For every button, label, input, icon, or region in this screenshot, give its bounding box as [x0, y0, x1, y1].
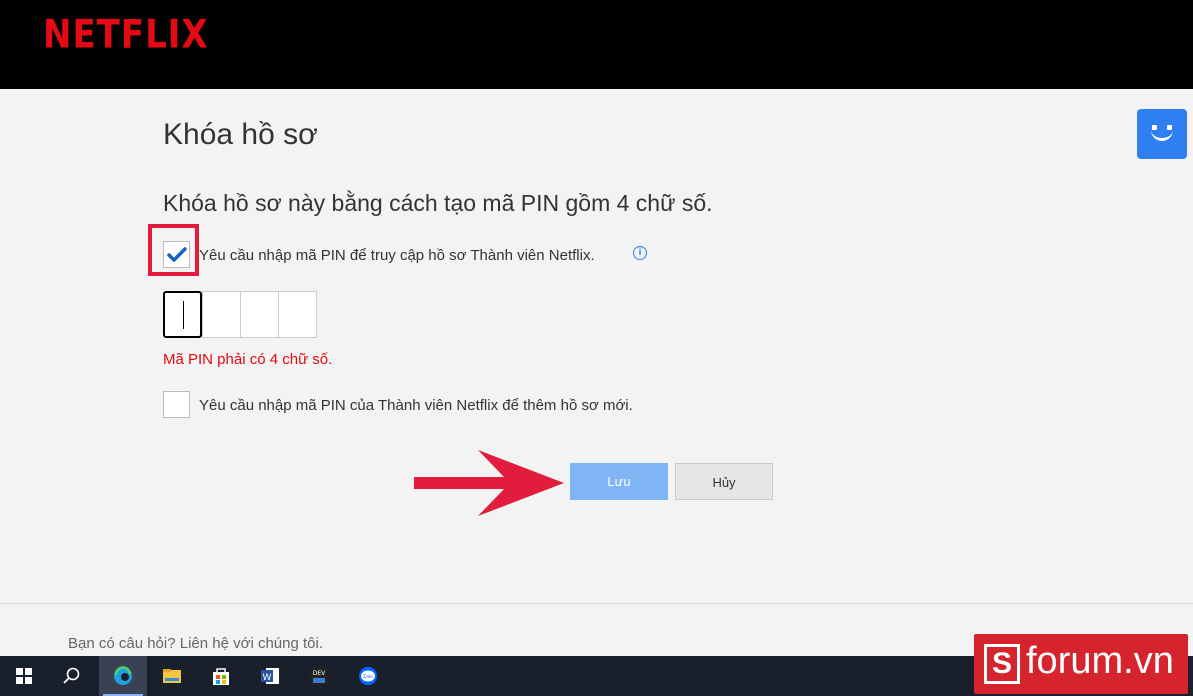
require-pin-new-profile-label[interactable]: Yêu cầu nhập mã PIN của Thành viên Netfl…: [199, 397, 633, 414]
footer-divider: [0, 603, 1193, 604]
pin-digit-2[interactable]: [202, 291, 241, 338]
dev-logo-icon: DEV: [310, 667, 328, 685]
zalo-label: Zalo: [363, 674, 373, 680]
contact-link[interactable]: Bạn có câu hỏi? Liên hệ với chúng tôi.: [68, 635, 323, 652]
devtools-icon[interactable]: DEV: [295, 656, 343, 696]
require-pin-label[interactable]: Yêu cầu nhập mã PIN để truy cập hồ sơ Th…: [199, 247, 595, 264]
search-icon[interactable]: [48, 656, 96, 696]
page-subtitle: Khóa hồ sơ này bằng cách tạo mã PIN gồm …: [163, 190, 713, 216]
zalo-logo-icon: Zalo: [359, 667, 377, 685]
watermark-text: forum.vn: [1026, 640, 1174, 682]
require-pin-new-profile-checkbox[interactable]: [163, 391, 190, 418]
pin-digit-4[interactable]: [278, 291, 317, 338]
edge-browser-icon[interactable]: [99, 656, 147, 696]
sforum-watermark: S forum.vn: [974, 634, 1188, 694]
pin-digit-3[interactable]: [240, 291, 279, 338]
folder-icon: [163, 669, 181, 683]
header: NETFLIX: [0, 0, 1193, 89]
word-letter: W: [263, 673, 272, 683]
avatar-smile: [1151, 126, 1173, 141]
word-logo-icon: W: [261, 668, 279, 684]
windows-start-icon[interactable]: [0, 656, 48, 696]
info-icon[interactable]: i: [633, 246, 647, 260]
netflix-logo[interactable]: NETFLIX: [43, 12, 209, 58]
store-bag-icon: [213, 668, 229, 685]
require-pin-checkbox[interactable]: [163, 241, 190, 268]
text-caret: [183, 301, 184, 329]
file-explorer-icon[interactable]: [148, 656, 196, 696]
dev-label: DEV: [313, 670, 326, 677]
word-icon[interactable]: W: [246, 656, 294, 696]
edge-logo-icon: [114, 666, 132, 685]
zalo-icon[interactable]: Zalo: [344, 656, 392, 696]
page-title: Khóa hồ sơ: [163, 118, 318, 151]
profile-avatar[interactable]: [1137, 109, 1187, 159]
checkmark-icon: [167, 247, 187, 262]
watermark-logo: S: [984, 644, 1020, 684]
save-button[interactable]: Lưu: [570, 463, 668, 500]
pin-digit-1[interactable]: [163, 291, 202, 338]
red-arrow-annotation: [414, 450, 564, 516]
pin-error-message: Mã PIN phải có 4 chữ số.: [163, 351, 333, 368]
microsoft-store-icon[interactable]: [197, 656, 245, 696]
cancel-button[interactable]: Hủy: [675, 463, 773, 500]
magnifier-icon: [63, 667, 80, 684]
windows-logo-icon: [16, 668, 32, 684]
